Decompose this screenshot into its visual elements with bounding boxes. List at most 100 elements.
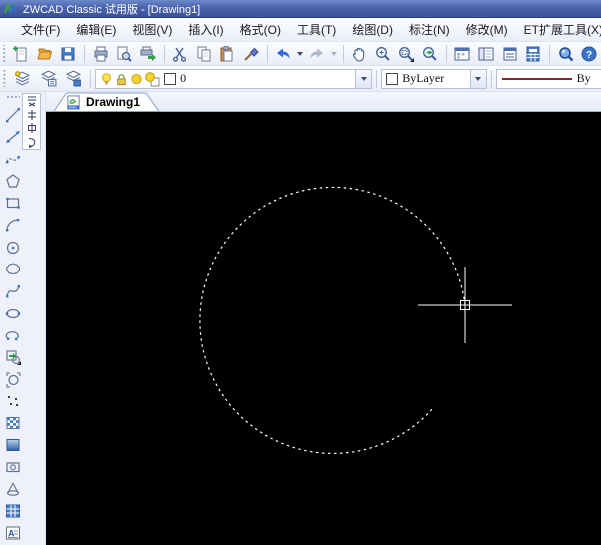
- undo-button[interactable]: [273, 43, 295, 65]
- zoom-realtime-button[interactable]: [372, 43, 394, 65]
- snap-box-button[interactable]: [24, 122, 40, 134]
- spline-button[interactable]: [1, 280, 25, 302]
- polygon-icon: [6, 174, 20, 188]
- draw-toolbar-grip[interactable]: [6, 95, 20, 100]
- polyline-button[interactable]: [1, 148, 25, 170]
- insert-block-icon: [6, 350, 21, 365]
- snap-box-icon: [27, 123, 36, 134]
- svg-text:DWG: DWG: [69, 106, 78, 110]
- print-preview-button[interactable]: [114, 43, 136, 65]
- revision-cloud-button[interactable]: [1, 258, 25, 280]
- region-icon: [6, 462, 20, 473]
- menu-tools[interactable]: 工具(T): [289, 18, 344, 41]
- insert-block-button[interactable]: [1, 346, 25, 368]
- undo-dropdown-caret[interactable]: [297, 51, 304, 56]
- pan-button[interactable]: [349, 43, 371, 65]
- line-icon: [6, 108, 20, 123]
- layer-thaw-sun-icon: [131, 73, 142, 84]
- layers-toolbar-grip[interactable]: [2, 69, 7, 88]
- menu-insert[interactable]: 插入(I): [180, 18, 231, 41]
- layer-states-button[interactable]: [36, 68, 59, 90]
- menu-file[interactable]: 文件(F): [13, 18, 68, 41]
- redo-button[interactable]: [306, 43, 328, 65]
- circle-icon: [6, 241, 20, 255]
- designcenter-button[interactable]: [452, 43, 474, 65]
- layer-translator-button[interactable]: [62, 68, 85, 90]
- rectangle-button[interactable]: [1, 192, 25, 214]
- layer-color-swatch: [164, 72, 177, 85]
- menu-format[interactable]: 格式(O): [232, 18, 289, 41]
- color-combo[interactable]: ByLayer: [381, 68, 487, 89]
- cut-button[interactable]: [170, 43, 192, 65]
- draw-toolbar: A: [0, 92, 46, 545]
- color-combo-value: ByLayer: [402, 71, 445, 85]
- make-block-button[interactable]: [1, 368, 25, 390]
- snap-marker-button[interactable]: [24, 95, 40, 107]
- match-properties-button[interactable]: [240, 43, 262, 65]
- table-button[interactable]: [1, 500, 25, 522]
- zoom-previous-button[interactable]: [419, 43, 441, 65]
- menu-modify[interactable]: 修改(M): [458, 18, 516, 41]
- circle-button[interactable]: [1, 236, 25, 258]
- spline-icon: [6, 285, 20, 298]
- zwcad-logo-icon: [4, 1, 17, 15]
- new-button[interactable]: [10, 43, 32, 65]
- standard-toolbar-grip[interactable]: [2, 45, 7, 62]
- menu-et-extended-tools[interactable]: ET扩展工具(X): [516, 18, 601, 41]
- menu-dimension[interactable]: 标注(N): [401, 18, 458, 41]
- point-icon: [8, 396, 18, 406]
- help-icon: ?: [581, 46, 597, 61]
- quickcalc-button[interactable]: [522, 43, 544, 65]
- menu-edit[interactable]: 编辑(E): [68, 18, 124, 41]
- tab-drawing1[interactable]: DWG Drawing1: [52, 92, 162, 112]
- layer-properties-button[interactable]: [11, 68, 34, 90]
- open-icon: [37, 48, 52, 59]
- redo-dropdown-caret[interactable]: [330, 51, 337, 56]
- help-button[interactable]: ?: [578, 43, 600, 65]
- arc-button[interactable]: [1, 214, 25, 236]
- open-button[interactable]: [34, 43, 56, 65]
- snap-curve-button[interactable]: [24, 136, 40, 149]
- dwg-file-icon: DWG: [67, 95, 80, 110]
- layer-combo[interactable]: 0: [95, 68, 373, 89]
- find-button[interactable]: [555, 43, 577, 65]
- save-button[interactable]: [58, 43, 80, 65]
- tool-palettes-button[interactable]: [499, 43, 521, 65]
- layer-translator-icon: [65, 70, 81, 87]
- boundary-button[interactable]: [1, 478, 25, 500]
- menu-view[interactable]: 视图(V): [124, 18, 180, 41]
- menu-draw[interactable]: 绘图(D): [344, 18, 401, 41]
- point-button[interactable]: [1, 390, 25, 412]
- gradient-button[interactable]: [1, 434, 25, 456]
- plot-button[interactable]: [137, 43, 159, 65]
- hatch-button[interactable]: [1, 412, 25, 434]
- paste-icon: [220, 45, 233, 61]
- zoom-window-button[interactable]: [396, 43, 418, 65]
- canvas-svg: [199, 186, 512, 455]
- title-bar: ZWCAD Classic 试用版 - [Drawing1]: [0, 0, 601, 18]
- region-button[interactable]: [1, 456, 25, 478]
- quickcalc-icon: [526, 46, 540, 61]
- standard-toolbar: ?: [0, 42, 601, 66]
- color-combo-dropdown[interactable]: [469, 69, 486, 88]
- layer-bulb-on-icon: [102, 72, 112, 84]
- properties-button[interactable]: [475, 43, 497, 65]
- ellipse-arc-button[interactable]: [1, 324, 25, 346]
- match-properties-icon: [244, 47, 259, 61]
- polygon-button[interactable]: [1, 170, 25, 192]
- copy-button[interactable]: [193, 43, 215, 65]
- zoom-window-icon: [399, 46, 415, 62]
- construction-line-icon: [6, 131, 20, 143]
- arc-icon: [6, 219, 20, 232]
- drawing-canvas[interactable]: [46, 112, 601, 545]
- menu-bar: DWG 文件(F) 编辑(E) 视图(V) 插入(I) 格式(O) 工具(T) …: [0, 18, 601, 42]
- print-button[interactable]: [90, 43, 112, 65]
- mtext-button[interactable]: A: [1, 522, 25, 544]
- boundary-icon: [6, 482, 20, 496]
- layer-combo-dropdown[interactable]: [355, 69, 372, 88]
- linetype-combo[interactable]: By: [495, 68, 601, 89]
- ellipse-button[interactable]: [1, 302, 25, 324]
- paste-button[interactable]: [217, 43, 239, 65]
- new-icon: [13, 45, 27, 61]
- snap-cross-button[interactable]: [24, 109, 40, 121]
